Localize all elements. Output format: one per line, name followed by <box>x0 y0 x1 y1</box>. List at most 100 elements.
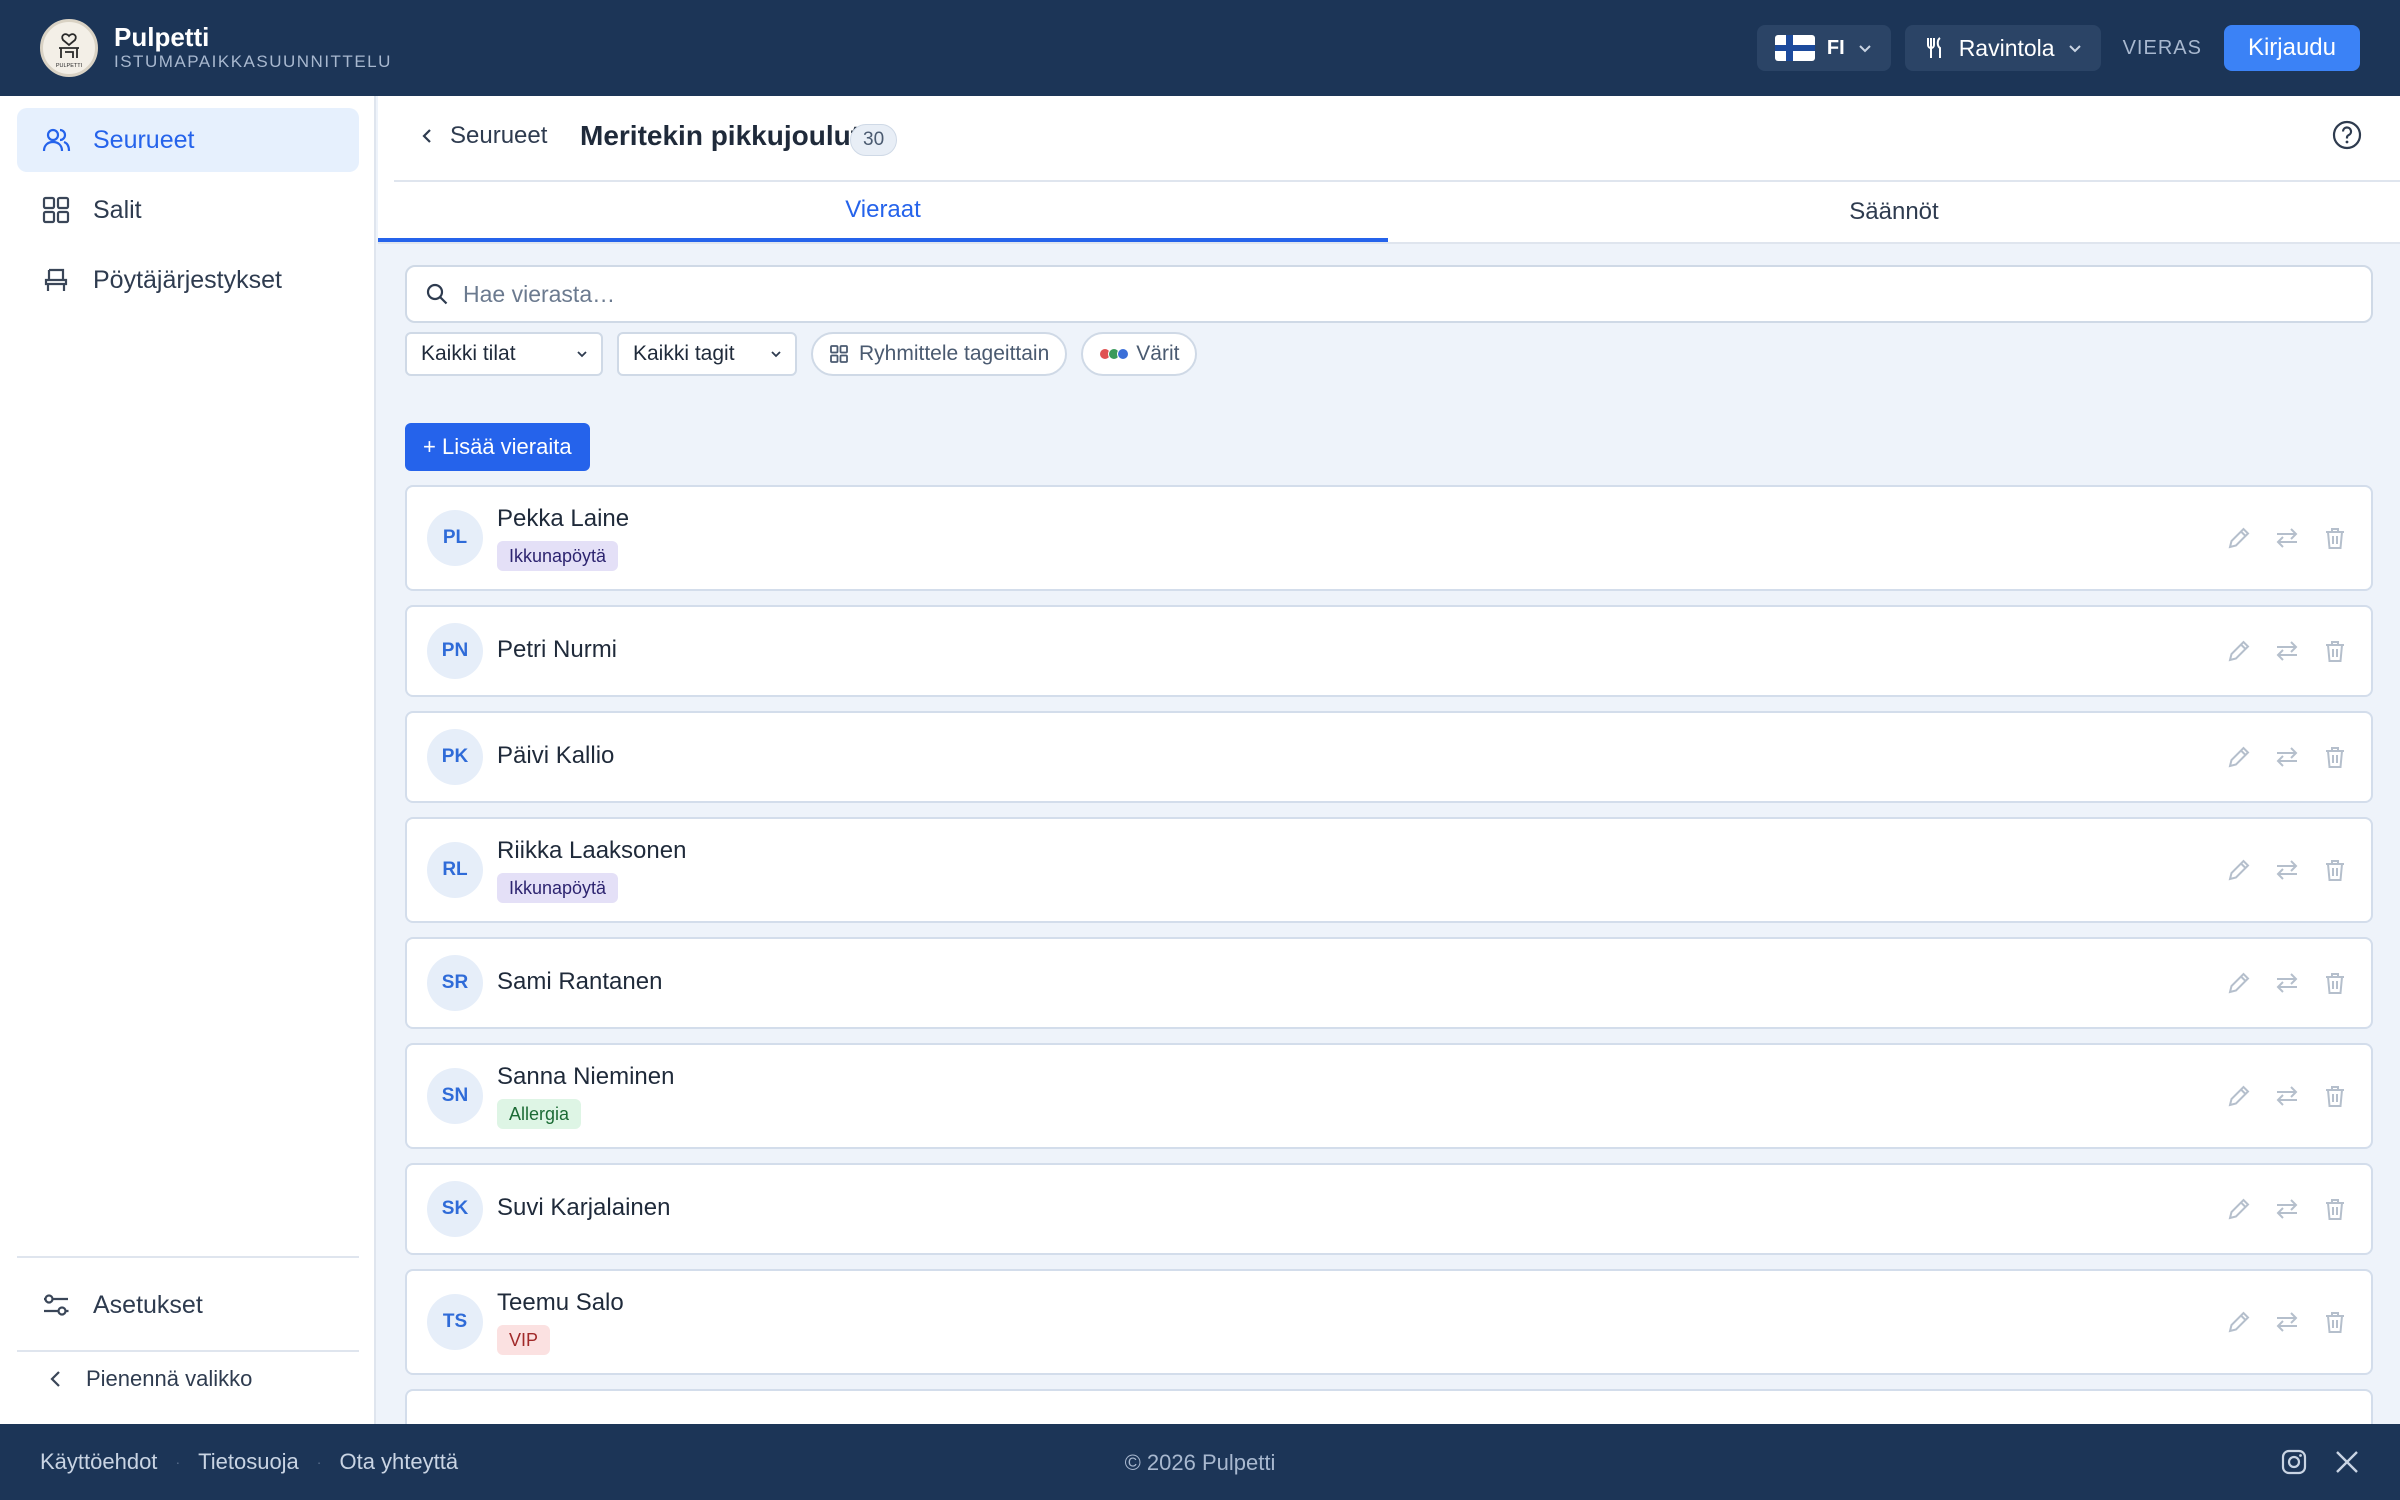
guest-tag: Ikkunapöytä <box>497 541 619 571</box>
sidebar-item-label: Pöytäjärjestykset <box>93 265 282 294</box>
delete-icon[interactable] <box>2321 524 2349 552</box>
guest-search[interactable] <box>405 265 2373 323</box>
sidebar-item-asetukset[interactable]: Asetukset <box>17 1273 359 1337</box>
guest-row[interactable]: SK Suvi Karjalainen <box>405 1163 2373 1255</box>
tag-filter-value: Kaikki tagit <box>633 342 735 365</box>
edit-icon[interactable] <box>2225 524 2253 552</box>
footer-link-contact[interactable]: Ota yhteyttä <box>339 1449 458 1475</box>
page-header: Seurueet Meritekin pikkujoulut 30 Vieraa… <box>378 96 2400 244</box>
sliders-icon <box>44 1294 69 1316</box>
colors-label: Värit <box>1136 342 1180 365</box>
sidebar-divider <box>17 1256 359 1258</box>
add-guests-button[interactable]: + Lisää vieraita <box>405 423 590 471</box>
guest-row[interactable]: PN Petri Nurmi <box>405 605 2373 697</box>
guest-row[interactable]: SN Sanna Nieminen Allergia <box>405 1043 2373 1149</box>
edit-icon[interactable] <box>2225 743 2253 771</box>
app-logo[interactable]: PULPETTI <box>40 19 98 77</box>
edit-icon[interactable] <box>2225 1195 2253 1223</box>
chevron-down-icon <box>2068 45 2081 53</box>
color-dot <box>1117 348 1130 360</box>
login-button[interactable]: Kirjaudu <box>2223 25 2360 71</box>
brand: Pulpetti ISTUMAPAIKKASUUNNITTELU <box>114 23 392 73</box>
delete-icon[interactable] <box>2321 856 2349 884</box>
move-icon[interactable] <box>2273 1082 2301 1110</box>
svg-text:PULPETTI: PULPETTI <box>56 63 83 69</box>
delete-icon[interactable] <box>2321 969 2349 997</box>
social-links <box>2280 1448 2360 1476</box>
sidebar-item-salit[interactable]: Salit <box>17 178 359 242</box>
delete-icon[interactable] <box>2321 1082 2349 1110</box>
guest-name: Suvi Karjalainen <box>497 1194 671 1221</box>
collapse-sidebar-button[interactable]: Pienennä valikko <box>46 1366 252 1392</box>
move-icon[interactable] <box>2273 856 2301 884</box>
colors-toggle-button[interactable]: Värit <box>1081 332 1198 376</box>
fork-knife-icon <box>1926 37 1941 58</box>
instagram-icon[interactable] <box>2280 1448 2308 1476</box>
chevron-down-icon <box>1858 45 1871 53</box>
guest-row[interactable]: TS Teemu Salo VIP <box>405 1269 2373 1375</box>
guest-avatar: PK <box>427 729 483 785</box>
sidebar-divider <box>17 1350 359 1352</box>
footer-link-privacy[interactable]: Tietosuoja <box>198 1449 299 1475</box>
guest-name: Pekka Laine <box>497 505 630 532</box>
edit-icon[interactable] <box>2225 1082 2253 1110</box>
header-divider <box>378 242 2400 244</box>
guest-tag: Allergia <box>497 1099 582 1129</box>
chevron-left-icon <box>422 129 431 143</box>
guest-row[interactable]: PL Pekka Laine Ikkunapöytä <box>405 485 2373 591</box>
delete-icon[interactable] <box>2321 637 2349 665</box>
x-icon[interactable] <box>2334 1449 2360 1475</box>
move-icon[interactable] <box>2273 637 2301 665</box>
chevron-left-icon <box>50 1371 60 1387</box>
sidebar-item-label: Salit <box>93 195 142 224</box>
status-filter-select[interactable]: Kaikki tilat <box>405 332 603 376</box>
language-label: FI <box>1826 36 1845 59</box>
group-by-tags-button[interactable]: Ryhmittele tageittain <box>811 332 1068 376</box>
move-icon[interactable] <box>2273 524 2301 552</box>
footer-separator: · <box>175 1454 181 1470</box>
tag-filter-select[interactable]: Kaikki tagit <box>617 332 797 376</box>
users-icon <box>42 128 71 152</box>
guest-mode-label: VIERAS <box>2122 36 2202 59</box>
guest-avatar: PL <box>427 510 483 566</box>
guest-row[interactable]: SR Sami Rantanen <box>405 937 2373 1029</box>
guest-row[interactable]: PK Päivi Kallio <box>405 711 2373 803</box>
language-select[interactable]: FI <box>1756 25 1891 71</box>
back-link[interactable]: Seurueet <box>418 122 547 150</box>
edit-icon[interactable] <box>2225 856 2253 884</box>
move-icon[interactable] <box>2273 743 2301 771</box>
guest-avatar: RL <box>427 842 483 898</box>
edit-icon[interactable] <box>2225 1308 2253 1336</box>
delete-icon[interactable] <box>2321 1308 2349 1336</box>
guest-avatar: PN <box>427 623 483 679</box>
edit-icon[interactable] <box>2225 969 2253 997</box>
guest-tag: Ikkunapöytä <box>497 873 619 903</box>
chevron-down-icon <box>771 351 781 358</box>
search-input[interactable] <box>463 280 2263 308</box>
chair-logo-icon: PULPETTI <box>56 33 83 69</box>
footer-separator: · <box>316 1454 322 1470</box>
move-icon[interactable] <box>2273 1308 2301 1336</box>
help-icon[interactable] <box>2332 120 2362 150</box>
footer-link-terms[interactable]: Käyttöehdot <box>40 1449 157 1475</box>
status-filter-value: Kaikki tilat <box>421 342 516 365</box>
guest-row[interactable] <box>405 1389 2373 1424</box>
chair-icon <box>44 268 68 291</box>
tab-vieraat[interactable]: Vieraat <box>378 182 1388 242</box>
tab-saannot[interactable]: Säännöt <box>1388 182 2400 242</box>
group-by-tags-label: Ryhmittele tageittain <box>859 342 1050 365</box>
app-subtitle: ISTUMAPAIKKASUUNNITTELU <box>114 52 392 71</box>
edit-icon[interactable] <box>2225 637 2253 665</box>
guest-row[interactable]: RL Riikka Laaksonen Ikkunapöytä <box>405 817 2373 923</box>
guest-name: Sanna Nieminen <box>497 1063 675 1090</box>
venue-type-select[interactable]: Ravintola <box>1904 25 2101 71</box>
move-icon[interactable] <box>2273 1195 2301 1223</box>
guest-avatar: SR <box>427 955 483 1011</box>
delete-icon[interactable] <box>2321 1195 2349 1223</box>
sidebar-item-poytajarjestykset[interactable]: Pöytäjärjestykset <box>17 248 359 312</box>
finland-flag-icon <box>1774 35 1815 61</box>
move-icon[interactable] <box>2273 969 2301 997</box>
guest-tag: VIP <box>497 1325 551 1355</box>
delete-icon[interactable] <box>2321 743 2349 771</box>
sidebar-item-seurueet[interactable]: Seurueet <box>17 108 359 172</box>
